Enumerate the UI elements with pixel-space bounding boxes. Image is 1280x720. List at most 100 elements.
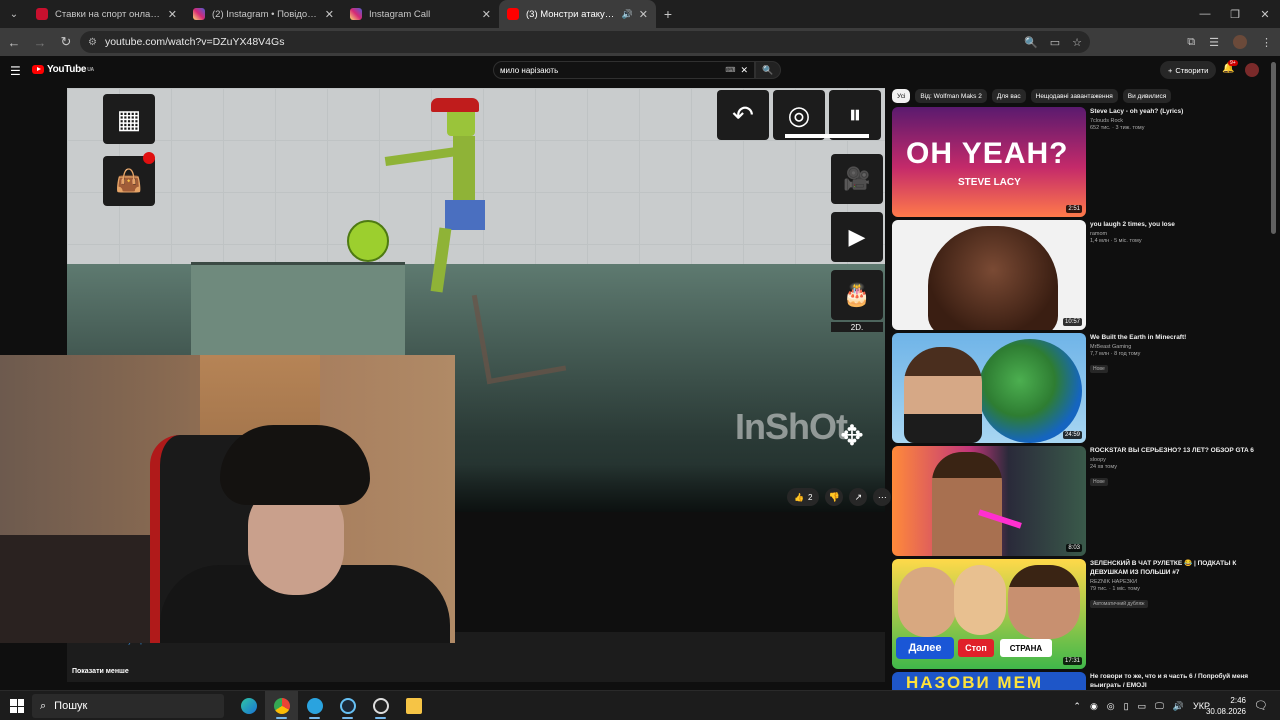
audio-icon[interactable]: ◎ [1107,701,1115,712]
close-tab-icon[interactable]: ✕ [325,8,334,21]
tray-expand-icon[interactable]: ⌃ [1073,701,1081,712]
notification-center-icon[interactable]: 🗨 [1254,699,1268,712]
close-tab-icon[interactable]: ✕ [639,8,648,21]
window-controls: — ❐ ✕ [1190,0,1280,28]
zoom-icon[interactable]: 🔍 [1024,36,1038,49]
video-thumbnail[interactable]: НАЗОВИ МЕМ [892,672,1086,690]
restore-icon[interactable]: ❐ [1220,0,1250,28]
chrome-icon[interactable] [265,691,298,720]
telegram-icon[interactable] [298,691,331,720]
speaker-icon[interactable]: 🔊 [622,9,633,20]
ragdoll-hat [431,98,479,112]
menu-icon[interactable]: ☰ [10,64,21,78]
webcam-person-hair [220,425,370,505]
tab-title: (3) Монстри атакують сві [526,8,618,20]
keyboard-icon[interactable]: ⌨ [725,66,735,74]
video-title[interactable]: ЗЕЛЕНСКИЙ В ЧАТ РУЛЕТКЕ 😂 | ПОДКАТЫ К ДЕ… [1090,559,1270,577]
tab-search-icon[interactable]: ⌄ [0,0,28,28]
back-icon[interactable]: ← [2,30,26,54]
video-thumbnail[interactable]: OH YEAH? STEVE LACY 2:51 [892,107,1086,217]
video-thumbnail[interactable]: 24:59 [892,333,1086,443]
bookmark-star-icon[interactable]: ☆ [1072,36,1082,49]
minimize-icon[interactable]: — [1190,0,1220,28]
youtube-logo[interactable]: YouTube UA [32,64,94,75]
search-button[interactable]: 🔍 [755,61,781,79]
video-views: 652 тис. · 3 тиж. тому [1090,125,1145,131]
account-avatar[interactable] [1245,63,1259,77]
clock-time: 2:46 [1230,696,1246,705]
meet-icon[interactable]: ▭ [1138,701,1147,712]
windows-start-icon[interactable] [10,699,24,713]
network-icon[interactable]: 🖵 [1155,701,1164,712]
edge-icon[interactable] [232,691,265,720]
more-actions-button[interactable]: ⋯ [873,488,892,506]
like-button[interactable]: 👍 2 [787,488,820,506]
chip-for-you[interactable]: Для вас [991,89,1026,103]
dislike-button[interactable]: 👎 [825,488,844,506]
share-button[interactable]: ↗ [849,488,868,506]
recommendation-item[interactable]: 24:59 We Built the Earth in Minecraft! M… [892,333,1272,443]
steam-icon[interactable] [331,691,364,720]
reload-icon[interactable]: ↻ [54,30,78,54]
recommendation-item[interactable]: НАЗОВИ МЕМ Не говори то же, что и я част… [892,672,1272,690]
sidebar-scrollbar[interactable] [1271,62,1276,234]
forward-icon[interactable]: → [28,30,52,54]
notifications-button[interactable]: 🔔 9+ [1222,60,1238,74]
video-meta: Не говори то же, что и я часть 6 / Попро… [1090,672,1270,690]
taskbar-clock[interactable]: 2:46 30.08.2026 [1206,695,1246,717]
channel-name[interactable]: REZNIK НАРЕЗКИ [1090,579,1270,585]
chip-watched[interactable]: Ви дивилися [1122,89,1172,103]
video-title[interactable]: Steve Lacy - oh yeah? (Lyrics) [1090,107,1270,116]
profile-avatar[interactable] [1233,35,1247,49]
reading-list-icon[interactable]: ☰ [1209,36,1219,49]
video-thumbnail[interactable]: 8:03 [892,446,1086,556]
close-tab-icon[interactable]: ✕ [168,8,177,21]
chip-from-channel[interactable]: Від: Wolfman Maks 2 [915,89,987,103]
youtube-icon [507,8,519,20]
taskbar-search[interactable]: ⌕ Пошук [32,694,224,718]
browser-tab-active[interactable]: (3) Монстри атакують сві 🔊 ✕ [499,0,656,28]
recommendation-item[interactable]: OH YEAH? STEVE LACY 2:51 Steve Lacy - oh… [892,107,1272,217]
browser-menu-icon[interactable]: ⋮ [1261,36,1272,49]
cast-icon[interactable]: ▭ [1050,36,1060,49]
channel-name[interactable]: ramom [1090,231,1270,237]
obs-icon[interactable] [364,691,397,720]
create-button[interactable]: + Створити [1160,61,1217,79]
clear-search-icon[interactable]: ✕ [740,65,748,76]
search-value: мило нарізають [500,65,559,75]
address-bar[interactable]: ⚙ youtube.com/watch?v=DZuYX48V4Gs 🔍 ▭ ☆ [80,31,1090,53]
browser-tab[interactable]: Ставки на спорт онлайн в Укр ✕ [28,0,185,28]
new-tab-button[interactable]: + [656,0,680,28]
video-thumbnail[interactable]: Далее Стоп СТРАНА 17:31 [892,559,1086,669]
recommendation-item[interactable]: 10:57 you laugh 2 times, you lose ramom … [892,220,1272,330]
channel-name[interactable]: MrBeast Gaming [1090,344,1270,350]
recommendation-item[interactable]: 8:03 ROCKSTAR ВЫ СЕРЬЕЗНО? 13 ЛЕТ? ОБЗОР… [892,446,1272,556]
site-info-icon[interactable]: ⚙ [88,37,97,48]
channel-name[interactable]: 7clouds Rock [1090,118,1270,124]
browser-tab[interactable]: Instagram Call ✕ [342,0,499,28]
channel-name[interactable]: sloopy [1090,457,1270,463]
chip-all[interactable]: Усі [892,89,911,103]
record-icon[interactable]: ◉ [1090,701,1098,712]
video-title[interactable]: you laugh 2 times, you lose [1090,220,1270,229]
show-less-button[interactable]: Показати менше [72,668,129,675]
video-meta: you laugh 2 times, you lose ramom 1,4 мл… [1090,220,1270,244]
browser-tab[interactable]: (2) Instagram • Повідомлення ✕ [185,0,342,28]
video-title[interactable]: Не говори то же, что и я часть 6 / Попро… [1090,672,1270,690]
pause-icon: ⏸ [829,90,881,140]
recommendation-item[interactable]: Далее Стоп СТРАНА 17:31 ЗЕЛЕНСКИЙ В ЧАТ … [892,559,1272,669]
video-meta: Steve Lacy - oh yeah? (Lyrics) 7clouds R… [1090,107,1270,131]
video-title[interactable]: ROCKSTAR ВЫ СЕРЬЕЗНО? 13 ЛЕТ? ОБЗОР GTA … [1090,446,1270,455]
chip-recent-uploads[interactable]: Нещодавні завантаження [1030,89,1118,103]
video-thumbnail[interactable]: 10:57 [892,220,1086,330]
notification-badge: 9+ [1228,60,1238,66]
search-input[interactable]: мило нарізають ⌨ ✕ [493,61,755,79]
video-title[interactable]: We Built the Earth in Minecraft! [1090,333,1270,342]
clock-date: 30.08.2026 [1205,707,1246,716]
volume-icon[interactable]: 🔊 [1173,701,1184,712]
close-tab-icon[interactable]: ✕ [482,8,491,21]
close-window-icon[interactable]: ✕ [1250,0,1280,28]
extensions-icon[interactable]: ⧉ [1187,36,1195,49]
usb-icon[interactable]: ▯ [1124,701,1129,712]
file-explorer-icon[interactable] [397,691,430,720]
